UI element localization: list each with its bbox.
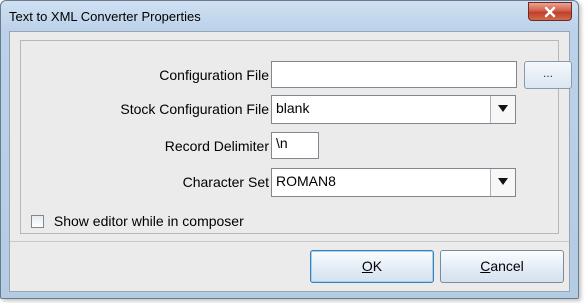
show-editor-label: Show editor while in composer (53, 213, 244, 229)
config-file-label: Configuration File (159, 67, 269, 83)
show-editor-checkbox[interactable] (31, 215, 44, 228)
close-icon (544, 6, 556, 18)
dialog-body: Configuration File ... Stock Configurati… (9, 31, 572, 292)
charset-label: Character Set (182, 174, 269, 190)
chevron-down-icon (498, 178, 508, 185)
cancel-label-rest: ancel (490, 258, 524, 274)
cancel-button[interactable]: Cancel (440, 250, 564, 283)
window-title: Text to XML Converter Properties (9, 9, 201, 24)
ok-mnemonic: O (361, 258, 373, 274)
record-delimiter-input[interactable]: \n (271, 132, 319, 159)
settings-panel: Configuration File ... Stock Configurati… (20, 40, 572, 234)
charset-select[interactable]: ROMAN8 (271, 168, 516, 197)
cancel-mnemonic: C (480, 258, 491, 274)
divider (10, 241, 569, 242)
ok-label-rest: K (372, 258, 383, 274)
ok-button[interactable]: OK (310, 250, 434, 283)
chevron-down-icon (498, 105, 508, 112)
charset-value: ROMAN8 (276, 173, 336, 189)
close-button[interactable] (528, 2, 572, 21)
stock-config-label: Stock Configuration File (120, 101, 269, 117)
config-file-input[interactable] (271, 61, 517, 88)
record-delimiter-label: Record Delimiter (164, 138, 269, 154)
stock-config-select[interactable]: blank (271, 95, 516, 124)
stock-config-value: blank (276, 100, 310, 116)
stock-config-dropdown-button[interactable] (490, 96, 515, 123)
show-editor-option[interactable]: Show editor while in composer (31, 213, 244, 229)
charset-dropdown-button[interactable] (490, 169, 515, 196)
title-bar[interactable]: Text to XML Converter Properties (1, 1, 578, 31)
dialog-window: Text to XML Converter Properties Configu… (0, 0, 579, 299)
browse-button[interactable]: ... (524, 61, 572, 89)
